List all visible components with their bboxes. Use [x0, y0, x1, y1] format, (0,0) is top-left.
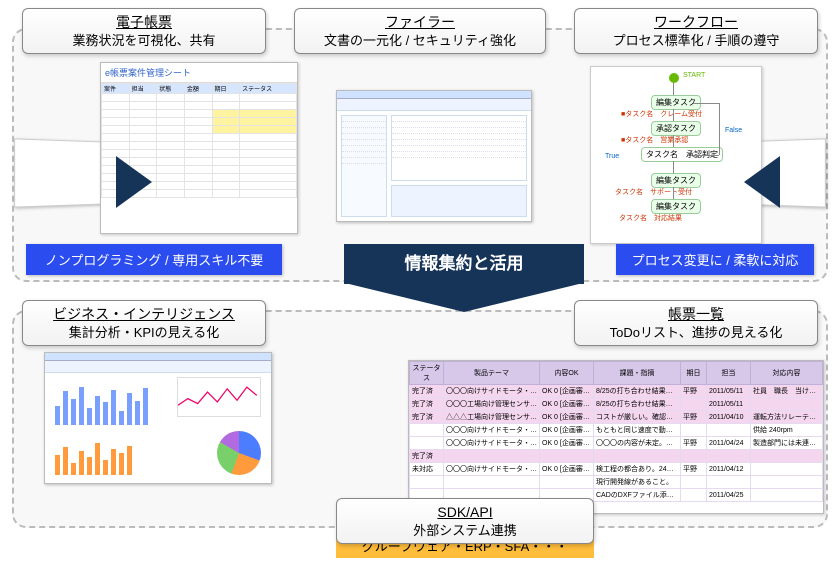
card-filer: ファイラー 文書の一元化 / セキュリティ強化: [294, 8, 546, 54]
list-col-header: 課題・指摘: [594, 362, 681, 385]
eform-sheet-title: e帳票案件管理シート: [101, 63, 297, 83]
list-col-header: 対応内容: [751, 362, 823, 385]
wf-label-2: ■タスク名 営業承認: [621, 135, 688, 145]
table-row: 〇〇〇向けサイドモータ・制御OK 0 [企画審議]〇〇〇の内容が未定。主要なサイ…: [410, 437, 823, 450]
card-filer-title: ファイラー: [309, 13, 531, 32]
table-row: 完了済〇〇〇向けサイドモータ・制御OK 0 [企画審議]8/25の打ち合わせ結果…: [410, 385, 823, 398]
table-row: 現行開発線があること。: [410, 476, 823, 489]
card-sdk-sub: 外部システム連携: [351, 522, 579, 540]
wf-label-5: タスク名 対応結果: [619, 213, 682, 223]
bar-chart-icon: [55, 377, 151, 425]
card-workflow-sub: プロセス標準化 / 手順の遵守: [589, 32, 803, 50]
card-list-sub: ToDoリスト、進捗の見える化: [589, 324, 803, 342]
list-col-header: 担当: [707, 362, 751, 385]
start-label: START: [683, 72, 705, 79]
eform-side-thumb: [14, 138, 102, 207]
list-thumbnail: ステータス製品テーマ内容OK課題・指摘期日担当対応内容 完了済〇〇〇向けサイドモ…: [408, 360, 824, 514]
card-eform-sub: 業務状況を可視化、共有: [37, 32, 251, 50]
card-workflow: ワークフロー プロセス標準化 / 手順の遵守: [574, 8, 818, 54]
card-filer-sub: 文書の一元化 / セキュリティ強化: [309, 32, 531, 50]
workflow-thumbnail: START 編集タスク ■タスク名 クレーム受付 承認タスク ■タスク名 営業承…: [590, 66, 762, 244]
line-chart-icon: [177, 377, 261, 417]
pie-chart-icon: [217, 431, 261, 475]
card-list: 帳票一覧 ToDoリスト、進捗の見える化: [574, 300, 818, 346]
funnel-arrow-icon: [349, 284, 579, 312]
wf-node-4: 編集タスク: [651, 173, 701, 188]
wf-label-1: ■タスク名 クレーム受付: [621, 109, 702, 119]
card-list-title: 帳票一覧: [589, 305, 803, 324]
strap-left: ノンプログラミング / 専用スキル不要: [26, 244, 282, 275]
bar-chart-2-icon: [55, 435, 151, 475]
card-workflow-title: ワークフロー: [589, 13, 803, 32]
table-row: 完了済: [410, 450, 823, 463]
eform-thumbnail: e帳票案件管理シート 案件担当状態 金額期日ステータス: [100, 62, 298, 234]
list-col-header: 内容OK: [540, 362, 594, 385]
table-row: 完了済〇〇〇工場向け管理センサー制御OK 0 [企画審議]8/25の打ち合わせ結…: [410, 398, 823, 411]
arrow-right-icon: [116, 156, 152, 208]
wf-true: True: [605, 153, 619, 160]
wf-node-2: 承認タスク: [651, 121, 701, 136]
card-bi: ビジネス・インテリジェンス 集計分析・KPIの見える化: [22, 300, 266, 346]
arrow-left-icon: [744, 156, 780, 208]
card-eform: 電子帳票 業務状況を可視化、共有: [22, 8, 266, 54]
table-row: 〇〇〇向けサイドモータ・制御OK 0 [企画審議]もともと同じ速度で動くので供給…: [410, 424, 823, 437]
card-sdk: SDK/API 外部システム連携: [336, 498, 594, 544]
card-bi-sub: 集計分析・KPIの見える化: [37, 324, 251, 342]
list-grid: ステータス製品テーマ内容OK課題・指摘期日担当対応内容 完了済〇〇〇向けサイドモ…: [409, 361, 823, 502]
list-col-header: ステータス: [410, 362, 444, 385]
filer-thumbnail: [336, 90, 532, 222]
card-bi-title: ビジネス・インテリジェンス: [37, 305, 251, 324]
wf-label-4: タスク名 サポート受付: [615, 187, 692, 197]
table-row: 未対応〇〇〇向けサイドモータ・制御OK 0 [企画審議]検工程の都合あり。24日…: [410, 463, 823, 476]
list-col-header: 製品テーマ: [444, 362, 540, 385]
start-dot-icon: [669, 73, 679, 83]
strap-right: プロセス変更に / 柔軟に対応: [616, 244, 814, 275]
wf-false: False: [725, 127, 742, 134]
bi-thumbnail: [44, 352, 272, 484]
list-col-header: 期日: [681, 362, 707, 385]
table-row: 完了済△△△工場向け管理センサー制御OK 0 [企画審議]コストが厳しい。確認す…: [410, 411, 823, 424]
center-heading: 情報集約と活用: [344, 244, 584, 284]
card-sdk-title: SDK/API: [351, 503, 579, 522]
card-eform-title: 電子帳票: [37, 13, 251, 32]
wf-node-5: 編集タスク: [651, 199, 701, 214]
